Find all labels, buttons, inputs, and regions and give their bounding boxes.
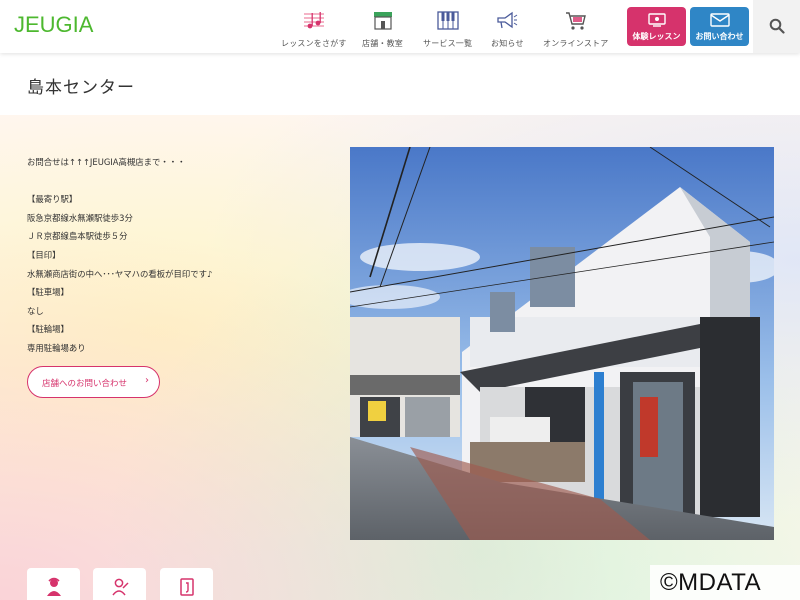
nav-label: お知らせ [491, 39, 524, 48]
search-button[interactable] [753, 0, 800, 53]
site-logo[interactable]: JEUGIA [14, 12, 93, 38]
teacher-tile[interactable] [27, 568, 80, 600]
contact-label: お問い合わせ [695, 32, 744, 41]
chevron-right-icon: › [145, 375, 149, 386]
trial-lesson-button[interactable]: 体験レッスン [627, 7, 686, 46]
contact-note: お問合せは↑↑↑JEUGIA高槻店まで・・・ [27, 157, 186, 167]
nav-find-lesson[interactable]: レッスンをさがす [281, 10, 347, 49]
station-heading: 【最寄り駅】 [27, 194, 78, 205]
watermark: ©MDATA [650, 565, 800, 600]
parking-heading: 【駐車場】 [27, 287, 69, 298]
store-photo [350, 147, 774, 540]
mail-icon [690, 13, 749, 27]
nav-stores[interactable]: 店舗・教室 [362, 10, 403, 49]
parking-text: なし [27, 305, 44, 316]
nav-label: 店舗・教室 [362, 39, 403, 48]
search-icon [769, 18, 785, 34]
person-icon [47, 577, 61, 596]
site-header: JEUGIA レッスンをさがす 店舗・教室 サービス一覧 お知らせ オンラインス… [0, 0, 800, 53]
trial-lesson-label: 体験レッスン [632, 32, 681, 41]
nav-label: オンラインストア [543, 39, 609, 48]
nav-online-store[interactable]: オンラインストア [543, 10, 608, 49]
monitor-icon [627, 13, 686, 27]
nav-label: レッスンをさがす [281, 39, 347, 48]
music-notes-icon [281, 10, 347, 32]
nav-news[interactable]: お知らせ [491, 10, 524, 49]
title-band: 島本センター [0, 53, 800, 115]
landmark-heading: 【目印】 [27, 249, 61, 260]
page-title: 島本センター [27, 78, 135, 98]
store-inquiry-label: 店舗へのお問い合わせ [42, 379, 128, 389]
student-icon [112, 578, 129, 596]
contact-button[interactable]: お問い合わせ [690, 7, 749, 46]
store-info-section: お問合せは↑↑↑JEUGIA高槻店まで・・・ 【最寄り駅】 阪急京都線水無瀬駅徒… [0, 115, 800, 600]
lesson-tile[interactable] [93, 568, 146, 600]
piano-keys-icon [423, 10, 472, 32]
schedule-tile[interactable] [160, 568, 213, 600]
document-icon [180, 578, 194, 596]
store-inquiry-button[interactable]: 店舗へのお問い合わせ › [27, 366, 160, 398]
store-info-text: お問合せは↑↑↑JEUGIA高槻店まで・・・ 【最寄り駅】 阪急京都線水無瀬駅徒… [27, 153, 212, 358]
station-line: ＪＲ京都線島本駅徒歩５分 [27, 231, 128, 242]
cart-icon [543, 10, 608, 32]
megaphone-icon [491, 10, 524, 32]
nav-label: サービス一覧 [423, 39, 473, 48]
landmark-text: 水無瀬商店街の中へ･･･ヤマハの看板が目印です♪ [27, 268, 213, 279]
nav-services[interactable]: サービス一覧 [423, 10, 472, 49]
bike-parking-heading: 【駐輪場】 [27, 324, 69, 335]
shop-icon [362, 10, 403, 32]
bike-parking-text: 専用駐輪場あり [27, 342, 86, 353]
station-line: 阪急京都線水無瀬駅徒歩3分 [27, 212, 133, 223]
